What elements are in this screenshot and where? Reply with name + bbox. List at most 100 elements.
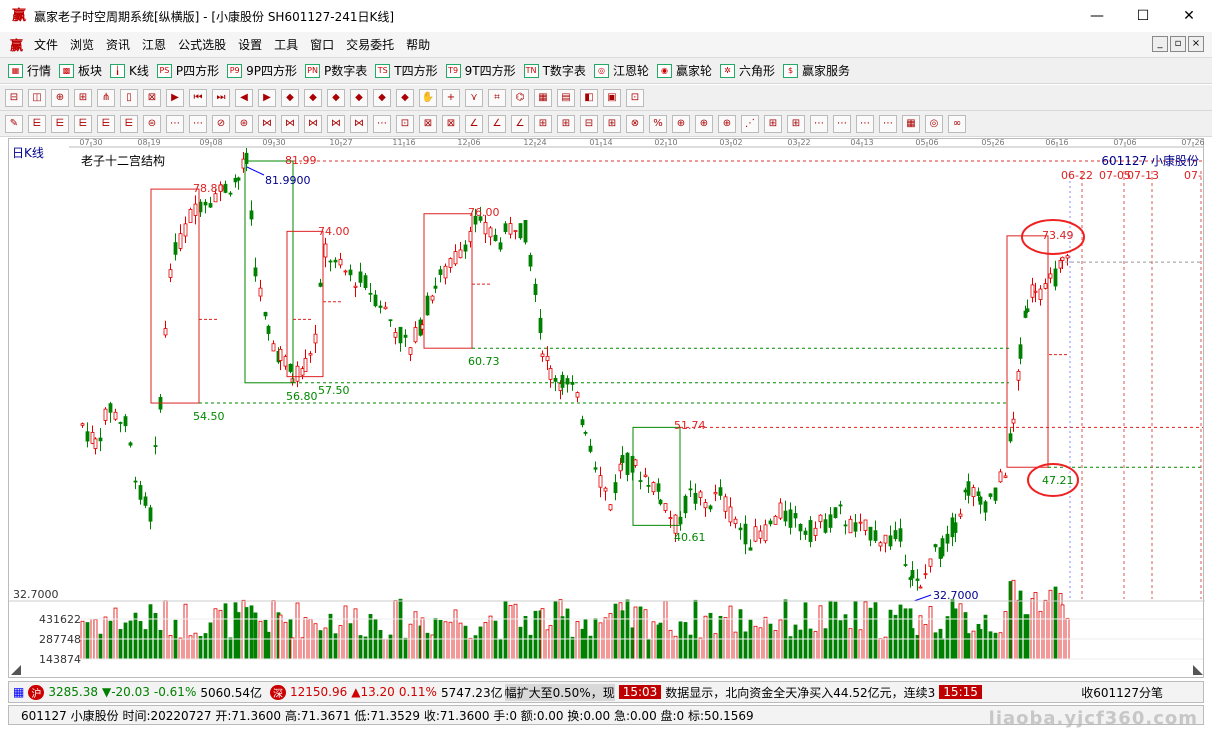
analysis-tool-icon-40[interactable]: ◎ (925, 114, 943, 133)
mdi-close-button[interactable]: × (1188, 36, 1204, 52)
tool-icon-21[interactable]: ⌗ (488, 88, 506, 107)
analysis-tool-icon-24[interactable]: ⊞ (557, 114, 575, 133)
mdi-minimize-button[interactable]: _ (1152, 36, 1168, 52)
tool-icon-19[interactable]: + (442, 88, 460, 107)
maximize-button[interactable]: ☐ (1120, 0, 1166, 32)
tb-t-square[interactable]: TS T四方形 (375, 62, 438, 79)
analysis-tool-icon-4[interactable]: ⋿ (97, 114, 115, 133)
index-grid-icon[interactable]: ▦ (13, 685, 24, 699)
analysis-tool-icon-1[interactable]: ⋿ (28, 114, 46, 133)
tb-p-numbers[interactable]: PN P数字表 (305, 62, 367, 79)
menu-browse[interactable]: 浏览 (64, 36, 100, 53)
tb-9t-square[interactable]: T9 9T四方形 (445, 62, 516, 79)
close-button[interactable]: ✕ (1166, 0, 1212, 32)
tb-quotes[interactable]: ▦ 行情 (8, 62, 51, 79)
tool-icon-15[interactable]: ◆ (350, 88, 368, 107)
tool-icon-4[interactable]: ⋔ (97, 88, 115, 107)
analysis-tool-icon-11[interactable]: ⋈ (258, 114, 276, 133)
analysis-tool-icon-8[interactable]: ⋯ (189, 114, 207, 133)
analysis-tool-icon-9[interactable]: ⊘ (212, 114, 230, 133)
analysis-tool-icon-37[interactable]: ⋯ (856, 114, 874, 133)
menu-trade[interactable]: 交易委托 (340, 36, 400, 53)
analysis-tool-icon-28[interactable]: % (649, 114, 667, 133)
analysis-tool-icon-17[interactable]: ⊡ (396, 114, 414, 133)
tool-icon-20[interactable]: ⋎ (465, 88, 483, 107)
analysis-tool-icon-6[interactable]: ⊜ (143, 114, 161, 133)
news-ticker-1[interactable]: 幅扩大至0.50%，现 (504, 683, 615, 701)
tool-icon-5[interactable]: ▯ (120, 88, 138, 107)
analysis-tool-icon-7[interactable]: ⋯ (166, 114, 184, 133)
tool-icon-8[interactable]: ⏮ (189, 88, 207, 107)
analysis-tool-icon-16[interactable]: ⋯ (373, 114, 391, 133)
analysis-tool-icon-25[interactable]: ⊟ (580, 114, 598, 133)
tool-icon-27[interactable]: ⊡ (626, 88, 644, 107)
analysis-tool-icon-3[interactable]: ⋿ (74, 114, 92, 133)
minimize-button[interactable]: — (1074, 0, 1120, 32)
analysis-tool-icon-35[interactable]: ⋯ (810, 114, 828, 133)
kline-chart[interactable]: 07-30 08-19 09-08 09-30 10-27 11-16 12-06 12-24… (9, 139, 1205, 679)
tool-icon-7[interactable]: ▶ (166, 88, 184, 107)
tool-icon-13[interactable]: ◆ (304, 88, 322, 107)
tb-p-square[interactable]: PS P四方形 (156, 62, 219, 79)
menu-help[interactable]: 帮助 (400, 36, 436, 53)
analysis-tool-icon-38[interactable]: ⋯ (879, 114, 897, 133)
menu-gann[interactable]: 江恩 (136, 36, 172, 53)
tick-trade-link[interactable]: 收601127分笔 (1081, 684, 1163, 701)
tool-icon-17[interactable]: ◆ (396, 88, 414, 107)
menu-tools[interactable]: 工具 (268, 36, 304, 53)
tb-t-numbers[interactable]: TN T数字表 (523, 62, 586, 79)
analysis-tool-icon-2[interactable]: ⋿ (51, 114, 69, 133)
analysis-tool-icon-19[interactable]: ⊠ (442, 114, 460, 133)
analysis-tool-icon-39[interactable]: ▦ (902, 114, 920, 133)
analysis-tool-icon-27[interactable]: ⊗ (626, 114, 644, 133)
tool-icon-14[interactable]: ◆ (327, 88, 345, 107)
menu-settings[interactable]: 设置 (232, 36, 268, 53)
analysis-tool-icon-13[interactable]: ⋈ (304, 114, 322, 133)
analysis-tool-icon-30[interactable]: ⊕ (695, 114, 713, 133)
analysis-tool-icon-31[interactable]: ⊕ (718, 114, 736, 133)
analysis-tool-icon-15[interactable]: ⋈ (350, 114, 368, 133)
analysis-tool-icon-18[interactable]: ⊠ (419, 114, 437, 133)
analysis-tool-icon-33[interactable]: ⊞ (764, 114, 782, 133)
kline-chart-panel[interactable]: 07-30 08-19 09-08 09-30 10-27 11-16 12-06 12-24… (8, 138, 1205, 679)
tb-9p-square[interactable]: P9 9P四方形 (227, 62, 297, 79)
tool-icon-0[interactable]: ⊟ (5, 88, 23, 107)
mdi-restore-button[interactable]: ▫ (1170, 36, 1186, 52)
analysis-tool-icon-22[interactable]: ∠ (511, 114, 529, 133)
news-ticker-2[interactable]: 数据显示，北向资金全天净买入44.52亿元，连续3 (665, 684, 935, 701)
analysis-tool-icon-10[interactable]: ⊛ (235, 114, 253, 133)
analysis-tool-icon-41[interactable]: ∞ (948, 114, 966, 133)
tool-icon-9[interactable]: ⏭ (212, 88, 230, 107)
menu-info[interactable]: 资讯 (100, 36, 136, 53)
tool-icon-23[interactable]: ▦ (534, 88, 552, 107)
tb-winner-wheel[interactable]: ◉ 赢家轮 (656, 62, 712, 79)
analysis-tool-icon-0[interactable]: ✎ (5, 114, 23, 133)
analysis-tool-icon-32[interactable]: ⋰ (741, 114, 759, 133)
tool-icon-22[interactable]: ⌬ (511, 88, 529, 107)
tool-icon-25[interactable]: ◧ (580, 88, 598, 107)
analysis-tool-icon-20[interactable]: ∠ (465, 114, 483, 133)
analysis-tool-icon-29[interactable]: ⊕ (672, 114, 690, 133)
tool-icon-16[interactable]: ◆ (373, 88, 391, 107)
analysis-tool-icon-34[interactable]: ⊞ (787, 114, 805, 133)
menu-formula[interactable]: 公式选股 (172, 36, 232, 53)
tb-sector[interactable]: ▩ 板块 (59, 62, 102, 79)
menu-file[interactable]: 文件 (28, 36, 64, 53)
tool-icon-12[interactable]: ◆ (281, 88, 299, 107)
tb-service[interactable]: $ 赢家服务 (782, 62, 850, 79)
tool-icon-10[interactable]: ◀ (235, 88, 253, 107)
analysis-tool-icon-23[interactable]: ⊞ (534, 114, 552, 133)
menu-window[interactable]: 窗口 (304, 36, 340, 53)
tb-hexagon[interactable]: ✲ 六角形 (719, 62, 775, 79)
tool-icon-6[interactable]: ⊠ (143, 88, 161, 107)
tool-icon-3[interactable]: ⊞ (74, 88, 92, 107)
analysis-tool-icon-26[interactable]: ⊞ (603, 114, 621, 133)
tool-icon-1[interactable]: ◫ (28, 88, 46, 107)
tool-icon-18[interactable]: ✋ (419, 88, 437, 107)
tool-icon-24[interactable]: ▤ (557, 88, 575, 107)
tool-icon-11[interactable]: ▶ (258, 88, 276, 107)
tb-kline[interactable]: ╽ K线 (110, 62, 149, 79)
analysis-tool-icon-12[interactable]: ⋈ (281, 114, 299, 133)
analysis-tool-icon-36[interactable]: ⋯ (833, 114, 851, 133)
analysis-tool-icon-21[interactable]: ∠ (488, 114, 506, 133)
